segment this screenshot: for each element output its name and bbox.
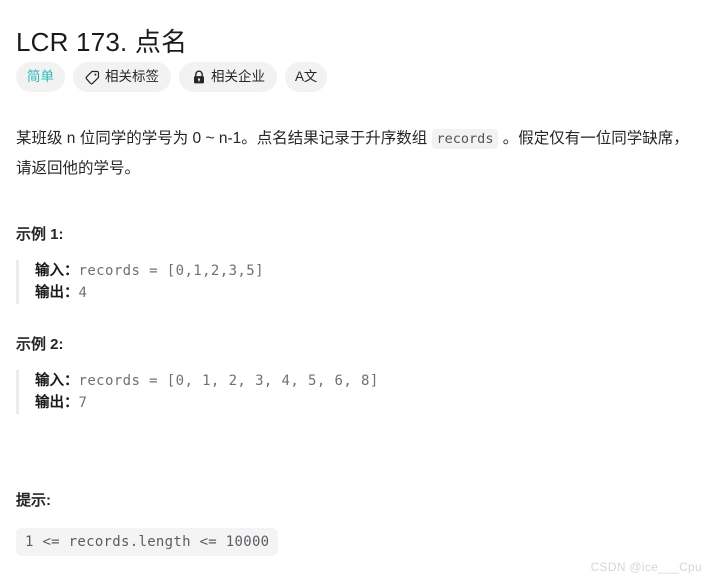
example-input-line: 输入：records = [0, 1, 2, 3, 4, 5, 6, 8] — [35, 370, 676, 392]
example-output-line: 输出：4 — [35, 282, 676, 304]
related-companies-label: 相关企业 — [211, 69, 265, 84]
example-section: 示例 1: 输入：records = [0,1,2,3,5] 输出：4 — [16, 224, 676, 304]
page-title: LCR 173. 点名 — [16, 27, 188, 58]
example-output-line: 输出：7 — [35, 392, 676, 414]
example-heading: 示例 1: — [16, 226, 64, 243]
example-output-label: 输出： — [35, 285, 79, 301]
badge-row: 简单 相关标签 相关企业 A文 — [16, 62, 327, 92]
hints-heading: 提示: — [16, 492, 51, 509]
problem-page: LCR 173. 点名 简单 相关标签 相关企业 A文 某班级 n 位同学的学号… — [0, 0, 712, 583]
example-input-label: 输入： — [35, 373, 79, 389]
translate-button[interactable]: A文 — [285, 62, 327, 92]
example-block: 输入：records = [0, 1, 2, 3, 4, 5, 6, 8] 输出… — [16, 370, 676, 414]
related-companies-button[interactable]: 相关企业 — [179, 62, 277, 92]
hint-item: 1 <= records.length <= 10000 — [16, 528, 279, 556]
tag-icon — [85, 70, 100, 85]
example-input-value: records = [0,1,2,3,5] — [78, 263, 264, 279]
example-output-value: 4 — [78, 285, 88, 301]
related-tags-button[interactable]: 相关标签 — [73, 62, 171, 92]
inline-code-records: records — [431, 128, 499, 149]
difficulty-label: 简单 — [27, 69, 54, 84]
example-input-label: 输入： — [35, 263, 79, 279]
difficulty-badge: 简单 — [16, 62, 65, 92]
translate-icon-label: A文 — [295, 69, 317, 84]
related-tags-label: 相关标签 — [105, 69, 159, 84]
example-output-label: 输出： — [35, 395, 79, 411]
example-input-value: records = [0, 1, 2, 3, 4, 5, 6, 8] — [78, 373, 379, 389]
example-block: 输入：records = [0,1,2,3,5] 输出：4 — [16, 260, 676, 304]
description-text-1: 某班级 n 位同学的学号为 0 ~ n-1。点名结果记录于升序数组 — [16, 129, 432, 147]
example-heading: 示例 2: — [16, 336, 64, 353]
problem-description: 某班级 n 位同学的学号为 0 ~ n-1。点名结果记录于升序数组 record… — [16, 124, 698, 183]
lock-icon — [191, 70, 206, 85]
example-section: 示例 2: 输入：records = [0, 1, 2, 3, 4, 5, 6,… — [16, 334, 676, 414]
watermark: CSDN @ice___Cpu — [590, 560, 702, 574]
hints-section: 提示: 1 <= records.length <= 10000 — [16, 490, 676, 556]
example-input-line: 输入：records = [0,1,2,3,5] — [35, 260, 676, 282]
example-output-value: 7 — [78, 395, 88, 411]
